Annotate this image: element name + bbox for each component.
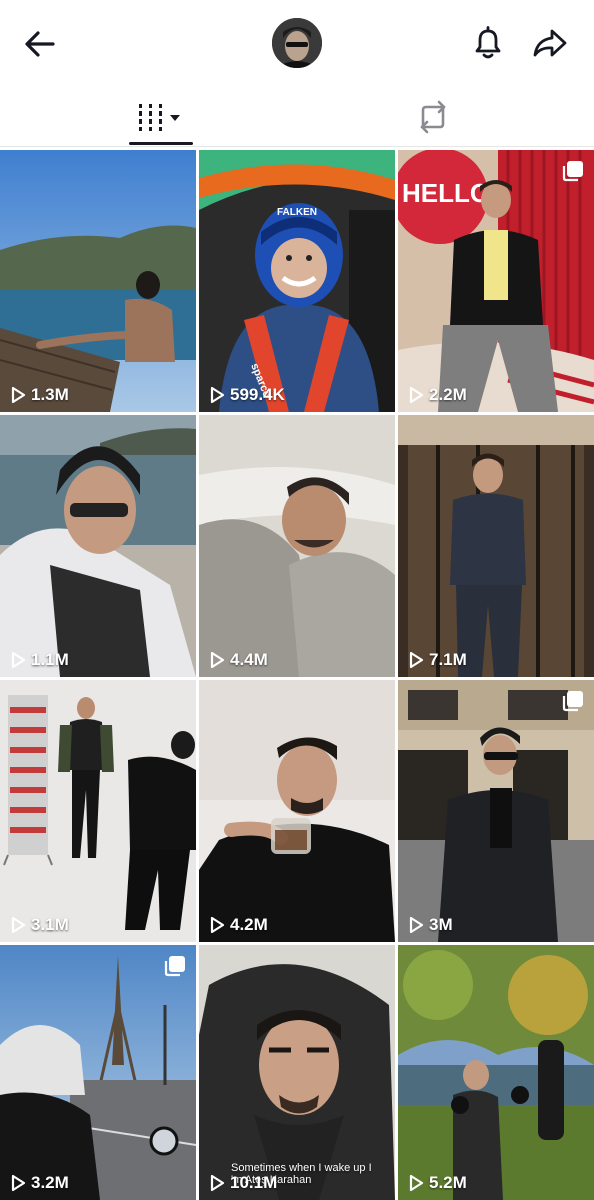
video-thumbnail: HELLO! — [398, 150, 594, 412]
video-tile[interactable]: 1.3M — [0, 150, 196, 412]
view-count: 4.4M — [209, 650, 268, 670]
play-icon — [210, 651, 225, 669]
video-tile[interactable]: 1.1M — [0, 415, 196, 677]
view-count-text: 3.2M — [31, 1173, 69, 1192]
view-count-text: 1.1M — [31, 650, 69, 669]
share-button[interactable] — [528, 21, 572, 65]
video-tile[interactable]: 4.2M — [199, 680, 395, 942]
view-count-text: 10.1M — [230, 1173, 278, 1192]
video-tile[interactable]: 5.2M — [398, 945, 594, 1200]
video-tile[interactable]: Sometimes when I wake up I 'm Ateş Karah… — [199, 945, 395, 1200]
view-count: 4.2M — [209, 915, 268, 935]
grid-filter-icon — [139, 104, 180, 131]
share-arrow-icon — [533, 29, 567, 57]
video-thumbnail — [0, 150, 196, 412]
play-icon — [409, 1174, 424, 1192]
view-count: 2.2M — [408, 385, 467, 405]
view-count: 3M — [408, 915, 453, 935]
play-icon — [210, 916, 225, 934]
view-count-text: 3.1M — [31, 915, 69, 934]
video-thumbnail — [398, 415, 594, 677]
video-tile[interactable]: 3M — [398, 680, 594, 942]
video-thumbnail — [0, 680, 196, 942]
video-tile[interactable]: 7.1M — [398, 415, 594, 677]
view-count-text: 7.1M — [429, 650, 467, 669]
multi-photo-icon — [562, 161, 583, 182]
play-icon — [409, 386, 424, 404]
active-tab-indicator — [129, 142, 193, 145]
play-icon — [409, 651, 424, 669]
video-thumbnail — [398, 680, 594, 942]
video-grid: 1.3M sparco FALKEN 599.4K HELLO! 2.2M 1.… — [0, 150, 594, 1200]
video-thumbnail — [0, 415, 196, 677]
view-count: 5.2M — [408, 1173, 467, 1193]
profile-tabs — [0, 88, 594, 147]
multi-photo-icon — [562, 691, 583, 712]
view-count-text: 4.2M — [230, 915, 268, 934]
play-icon — [409, 916, 424, 934]
play-icon — [11, 651, 26, 669]
tab-reposts[interactable] — [400, 88, 466, 146]
video-thumbnail: sparco FALKEN — [199, 150, 395, 412]
notifications-button[interactable] — [466, 21, 510, 65]
play-icon — [210, 1174, 225, 1192]
video-tile[interactable]: sparco FALKEN 599.4K — [199, 150, 395, 412]
video-thumbnail — [199, 680, 395, 942]
view-count-text: 5.2M — [429, 1173, 467, 1192]
view-count: 3.1M — [10, 915, 69, 935]
view-count-text: 599.4K — [230, 385, 285, 404]
helmet-logo-text: FALKEN — [277, 207, 317, 218]
bell-icon — [475, 26, 501, 59]
multi-photo-icon — [164, 956, 185, 977]
video-thumbnail — [398, 945, 594, 1200]
play-icon — [11, 1174, 26, 1192]
arrow-left-icon — [25, 31, 55, 57]
view-count: 10.1M — [209, 1173, 277, 1193]
video-thumbnail — [0, 945, 196, 1200]
top-bar — [0, 0, 594, 88]
view-count-text: 3M — [429, 915, 453, 934]
play-icon — [210, 386, 225, 404]
tab-videos[interactable] — [130, 88, 192, 146]
repost-icon — [420, 100, 446, 134]
view-count: 599.4K — [209, 385, 285, 405]
view-count: 3.2M — [10, 1173, 69, 1193]
play-icon — [11, 386, 26, 404]
view-count: 7.1M — [408, 650, 467, 670]
play-icon — [11, 916, 26, 934]
view-count-text: 4.4M — [230, 650, 268, 669]
avatar[interactable] — [272, 18, 322, 68]
video-tile[interactable]: 3.2M — [0, 945, 196, 1200]
view-count: 1.3M — [10, 385, 69, 405]
back-button[interactable] — [18, 22, 62, 66]
video-thumbnail — [199, 415, 395, 677]
view-count-text: 2.2M — [429, 385, 467, 404]
video-tile[interactable]: 4.4M — [199, 415, 395, 677]
profile-avatar-image — [272, 18, 322, 68]
view-count-text: 1.3M — [31, 385, 69, 404]
view-count: 1.1M — [10, 650, 69, 670]
video-tile[interactable]: HELLO! 2.2M — [398, 150, 594, 412]
video-tile[interactable]: 3.1M — [0, 680, 196, 942]
